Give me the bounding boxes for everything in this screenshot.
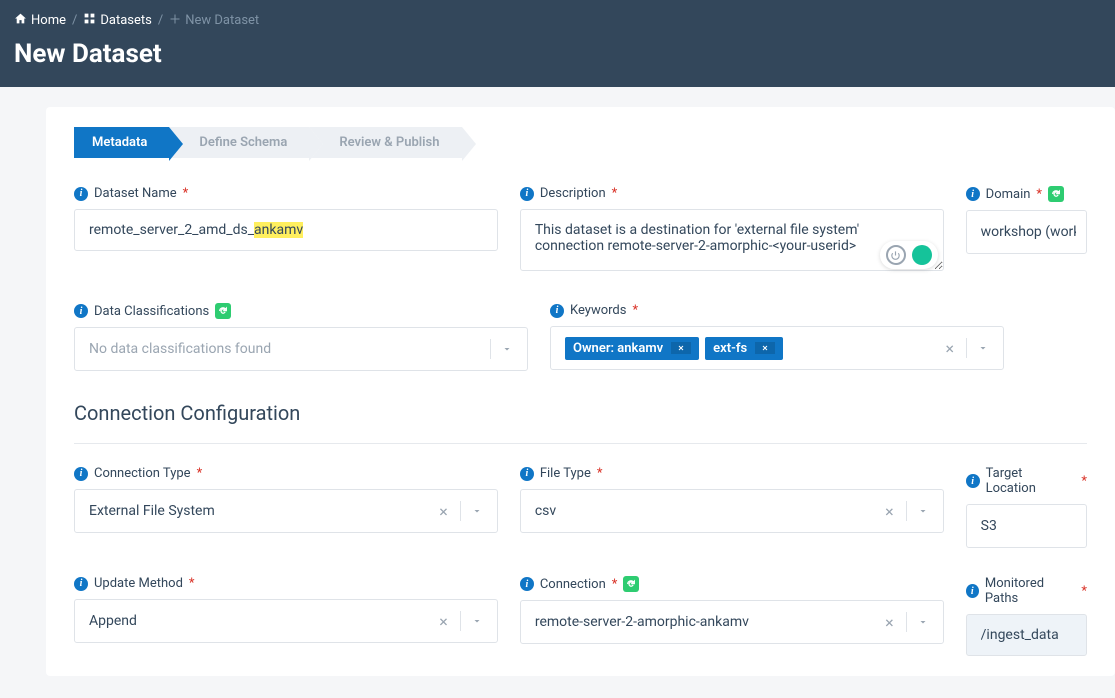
label-target-location: Target Location	[986, 466, 1076, 496]
wizard-steps: Metadata Define Schema Review & Publish	[74, 127, 1087, 158]
refresh-icon[interactable]	[623, 576, 639, 592]
monitored-paths-input[interactable]	[966, 614, 1087, 656]
field-update-method: i Update Method * Append ×	[74, 576, 498, 656]
breadcrumb: Home / Datasets / New Dataset	[14, 12, 1101, 29]
target-location-select[interactable]: S3	[966, 504, 1087, 548]
info-icon[interactable]: i	[520, 577, 534, 591]
page-header: Home / Datasets / New Dataset New Datase…	[0, 0, 1115, 87]
breadcrumb-home-label: Home	[31, 13, 66, 28]
remove-tag-icon[interactable]	[755, 342, 775, 354]
field-domain: i Domain * workshop (workshop)	[966, 186, 1087, 275]
label-keywords: Keywords	[570, 303, 626, 318]
breadcrumb-datasets-label: Datasets	[100, 13, 152, 28]
info-icon[interactable]: i	[74, 187, 88, 201]
label-description: Description	[540, 186, 606, 201]
grammarly-widget[interactable]	[880, 241, 938, 269]
home-icon	[14, 12, 27, 29]
breadcrumb-datasets[interactable]: Datasets	[83, 12, 152, 29]
label-update-method: Update Method	[94, 576, 183, 591]
refresh-icon[interactable]	[215, 303, 231, 319]
field-file-type: i File Type * csv ×	[520, 466, 944, 548]
field-keywords: i Keywords * Owner: ankamv ext-fs	[550, 303, 1004, 371]
info-icon[interactable]: i	[966, 474, 980, 488]
clear-icon[interactable]: ×	[433, 502, 454, 521]
step-review-publish[interactable]: Review & Publish	[309, 127, 461, 158]
step-metadata[interactable]: Metadata	[74, 127, 169, 158]
breadcrumb-current: New Dataset	[169, 13, 259, 29]
field-connection: i Connection * remote-server-2-amorphic-…	[520, 576, 944, 656]
field-target-location: i Target Location * S3	[966, 466, 1087, 548]
chevron-down-icon[interactable]	[467, 612, 487, 631]
domain-select[interactable]: workshop (workshop)	[966, 210, 1087, 254]
page-title: New Dataset	[14, 39, 1101, 69]
info-icon[interactable]: i	[74, 577, 88, 591]
info-icon[interactable]: i	[966, 584, 979, 598]
info-icon[interactable]: i	[74, 304, 88, 318]
step-define-schema[interactable]: Define Schema	[169, 127, 309, 158]
keywords-tags: Owner: ankamv ext-fs	[565, 337, 939, 360]
clear-icon[interactable]: ×	[939, 339, 960, 358]
form-card: Metadata Define Schema Review & Publish …	[46, 107, 1115, 676]
label-connection: Connection	[540, 577, 606, 592]
update-method-select[interactable]: Append ×	[74, 599, 498, 643]
field-dataset-name: i Dataset Name * remote_server_2_amd_ds_…	[74, 186, 498, 275]
clear-icon[interactable]: ×	[879, 502, 900, 521]
grammarly-icon[interactable]	[912, 245, 932, 265]
field-connection-type: i Connection Type * External File System…	[74, 466, 498, 548]
label-file-type: File Type	[540, 466, 591, 481]
chevron-down-icon[interactable]	[467, 502, 487, 521]
dataset-name-input[interactable]: remote_server_2_amd_ds_ankamv	[74, 209, 498, 251]
label-domain: Domain	[986, 187, 1031, 202]
refresh-icon[interactable]	[1048, 186, 1064, 202]
chevron-down-icon[interactable]	[973, 339, 993, 358]
chevron-down-icon[interactable]	[497, 340, 517, 359]
keyword-tag: Owner: ankamv	[565, 337, 699, 360]
field-data-classifications: i Data Classifications No data classific…	[74, 303, 528, 371]
connection-select[interactable]: remote-server-2-amorphic-ankamv ×	[520, 600, 944, 644]
info-icon[interactable]: i	[520, 467, 534, 481]
remove-tag-icon[interactable]	[671, 342, 691, 354]
label-data-classifications: Data Classifications	[94, 304, 209, 319]
clear-icon[interactable]: ×	[433, 612, 454, 631]
section-divider	[74, 443, 1087, 444]
keyword-tag: ext-fs	[705, 337, 783, 360]
field-description: i Description *	[520, 186, 944, 275]
info-icon[interactable]: i	[74, 467, 88, 481]
breadcrumb-home[interactable]: Home	[14, 12, 66, 29]
field-monitored-paths: i Monitored Paths *	[966, 576, 1087, 656]
power-icon[interactable]	[886, 245, 906, 265]
clear-icon[interactable]: ×	[879, 613, 900, 632]
info-icon[interactable]: i	[966, 187, 980, 201]
file-type-select[interactable]: csv ×	[520, 489, 944, 533]
info-icon[interactable]: i	[520, 187, 534, 201]
chevron-down-icon[interactable]	[913, 613, 933, 632]
description-input[interactable]	[520, 209, 944, 271]
connection-type-select[interactable]: External File System ×	[74, 489, 498, 533]
keywords-select[interactable]: Owner: ankamv ext-fs ×	[550, 326, 1004, 370]
section-connection-config: Connection Configuration	[74, 401, 1087, 425]
label-connection-type: Connection Type	[94, 466, 191, 481]
datasets-icon	[83, 12, 96, 29]
label-monitored-paths: Monitored Paths	[985, 576, 1076, 606]
info-icon[interactable]: i	[550, 304, 564, 318]
data-classifications-select[interactable]: No data classifications found	[74, 327, 528, 371]
plus-icon	[169, 13, 181, 29]
chevron-down-icon[interactable]	[913, 502, 933, 521]
label-dataset-name: Dataset Name	[94, 186, 177, 201]
